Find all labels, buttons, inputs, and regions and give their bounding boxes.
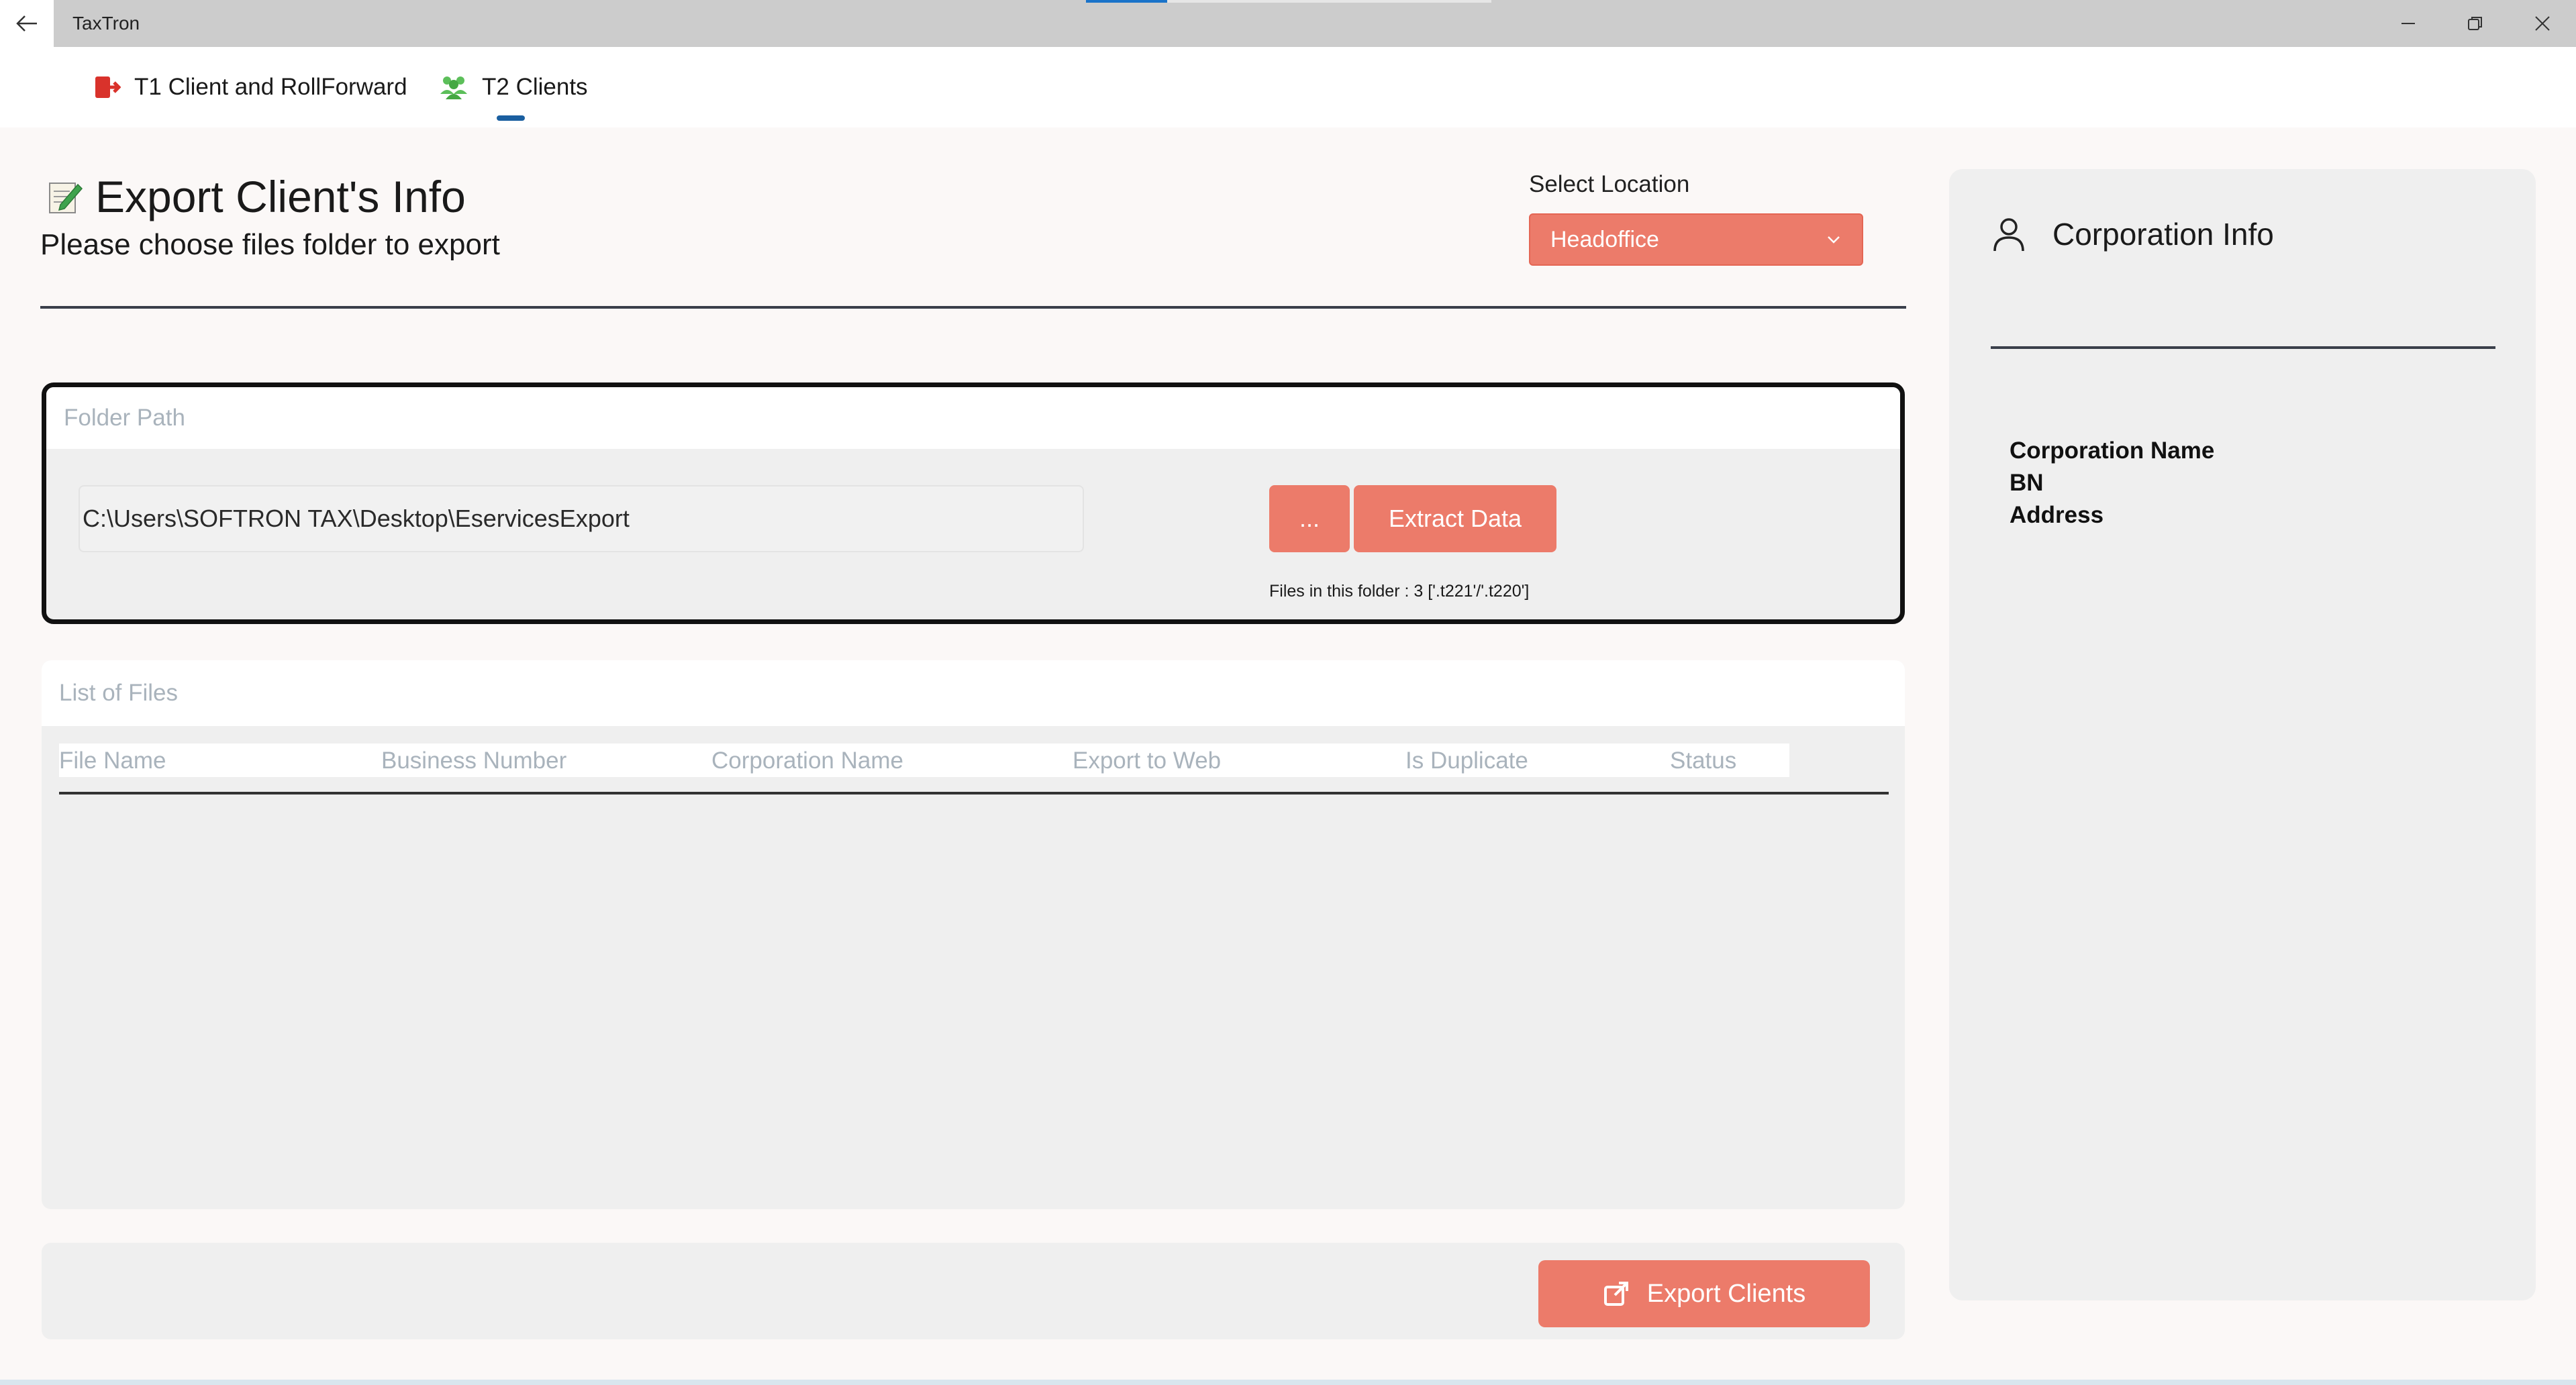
corporation-info-panel: Corporation Info Corporation Name BN Add… xyxy=(1949,169,2536,1300)
selected-tab-indicator xyxy=(497,115,525,121)
corporation-fields: Corporation Name BN Address xyxy=(2010,435,2214,531)
app-title: TaxTron xyxy=(72,13,140,34)
loading-progress-bar xyxy=(1086,0,1491,3)
browse-button[interactable]: ... xyxy=(1269,485,1350,552)
column-status[interactable]: Status xyxy=(1670,748,1736,774)
back-button[interactable] xyxy=(0,0,54,47)
tab-t2-label: T2 Clients xyxy=(482,74,588,100)
tab-t2-clients[interactable]: T2 Clients xyxy=(439,74,588,101)
window-bottom-edge xyxy=(0,1380,2576,1385)
files-list-header: List of Files xyxy=(42,660,1905,726)
files-table-header: File Name Business Number Corporation Na… xyxy=(59,743,1789,777)
column-corporation-name[interactable]: Corporation Name xyxy=(711,748,903,774)
users-icon xyxy=(440,76,467,99)
minimize-icon xyxy=(2401,23,2415,24)
corporation-info-title: Corporation Info xyxy=(2052,217,2274,252)
folder-path-panel: Folder Path C:\Users\SOFTRON TAX\Desktop… xyxy=(42,382,1905,624)
corporation-name-label: Corporation Name xyxy=(2010,438,2215,464)
title-bar: TaxTron xyxy=(0,0,2576,47)
files-count-info: Files in this folder : 3 ['.t221'/'.t220… xyxy=(1269,582,1530,601)
chevron-down-icon xyxy=(1828,236,1840,244)
folder-path-input[interactable]: C:\Users\SOFTRON TAX\Desktop\EservicesEx… xyxy=(79,485,1084,552)
exit-icon xyxy=(95,76,121,98)
tab-t1-label: T1 Client and RollForward xyxy=(134,74,407,100)
corporation-info-header: Corporation Info xyxy=(1991,216,2274,252)
folder-path-header: Folder Path xyxy=(46,387,1900,449)
window-controls xyxy=(2375,0,2576,47)
close-button[interactable] xyxy=(2509,0,2576,47)
back-arrow-icon xyxy=(16,15,37,32)
files-table-divider xyxy=(59,792,1889,794)
corporation-info-divider xyxy=(1991,346,2495,349)
page-title: Export Client's Info xyxy=(46,171,466,222)
column-export-to-web[interactable]: Export to Web xyxy=(1073,748,1221,774)
files-list-panel: List of Files File Name Business Number … xyxy=(42,660,1905,1209)
page-title-text: Export Client's Info xyxy=(95,172,466,221)
page-subtitle: Please choose files folder to export xyxy=(40,228,500,261)
column-business-number[interactable]: Business Number xyxy=(381,748,566,774)
minimize-button[interactable] xyxy=(2375,0,2442,47)
restore-button[interactable] xyxy=(2442,0,2509,47)
column-is-duplicate[interactable]: Is Duplicate xyxy=(1405,748,1528,774)
close-icon xyxy=(2535,16,2550,31)
location-value: Headoffice xyxy=(1550,226,1659,252)
loading-progress-fill xyxy=(1086,0,1167,3)
tab-t1-client[interactable]: T1 Client and RollForward xyxy=(94,74,407,101)
location-select[interactable]: Headoffice xyxy=(1529,213,1863,266)
location-label: Select Location xyxy=(1529,171,1690,197)
header-divider xyxy=(40,306,1906,309)
restore-icon xyxy=(2468,17,2482,30)
bn-label: BN xyxy=(2010,470,2044,496)
tab-bar: T1 Client and RollForward T2 Clients xyxy=(0,47,2576,127)
export-clients-label: Export Clients xyxy=(1646,1279,1806,1308)
address-label: Address xyxy=(2010,502,2104,528)
export-clients-button[interactable]: Export Clients xyxy=(1538,1260,1870,1327)
external-link-icon xyxy=(1603,1282,1628,1306)
edit-document-icon xyxy=(49,183,83,213)
user-icon xyxy=(1993,218,2024,252)
extract-data-button[interactable]: Extract Data xyxy=(1354,485,1556,552)
column-file-name[interactable]: File Name xyxy=(59,748,166,774)
